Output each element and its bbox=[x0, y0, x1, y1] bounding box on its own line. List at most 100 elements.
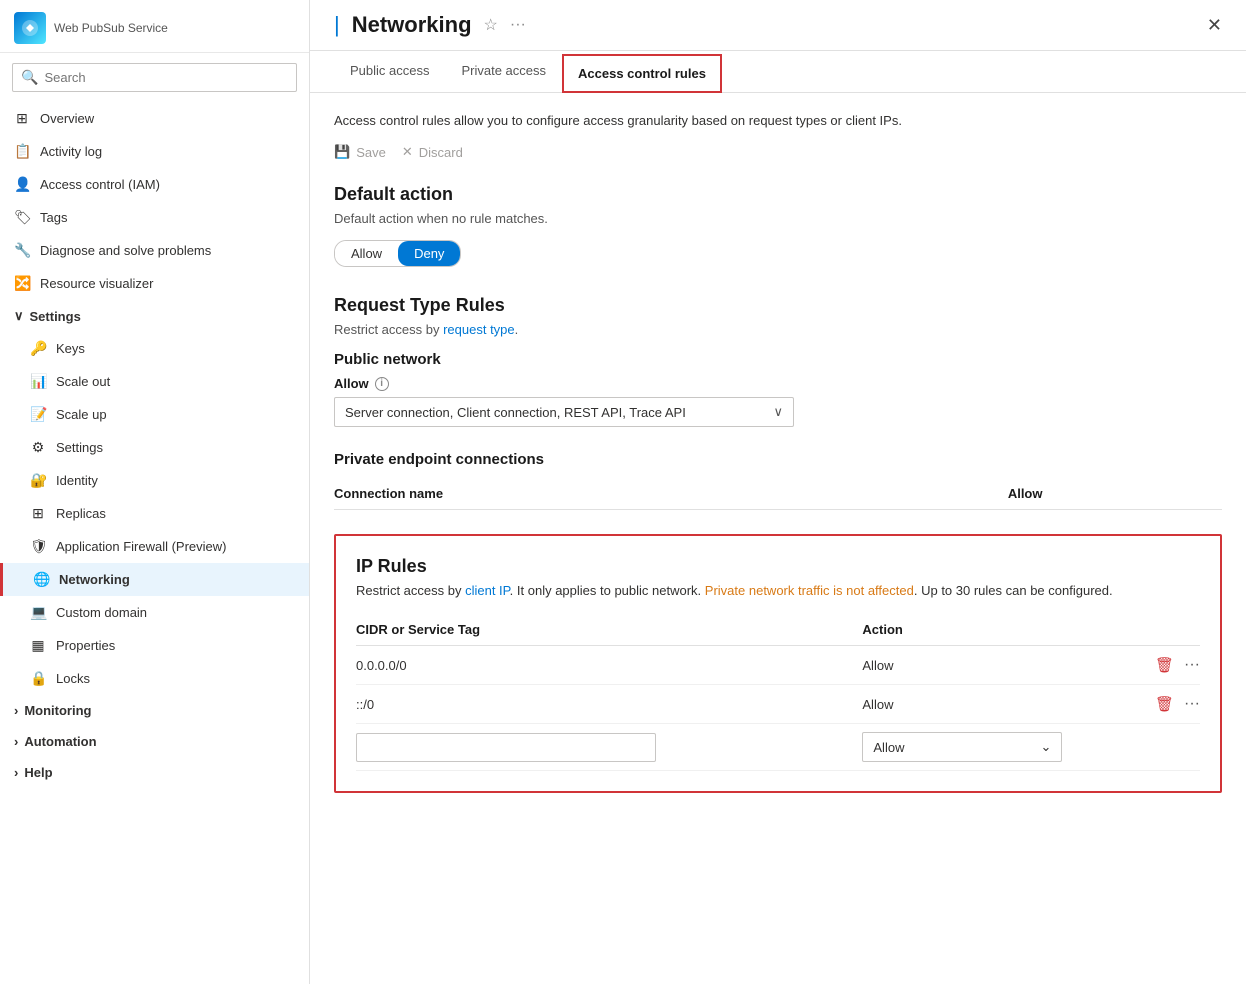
ip-rule-row: 0.0.0.0/0 Allow 🗑 ··· bbox=[356, 646, 1200, 685]
info-icon[interactable]: i bbox=[375, 377, 389, 391]
search-input[interactable] bbox=[44, 70, 288, 85]
more-options-icon[interactable]: ··· bbox=[510, 16, 526, 34]
connection-type-dropdown[interactable]: Server connection, Client connection, RE… bbox=[334, 397, 794, 427]
sidebar-item-custom-domain[interactable]: 💻 Custom domain bbox=[0, 596, 309, 629]
settings-section-header[interactable]: ∨ Settings bbox=[0, 300, 309, 332]
ip-rules-description: Restrict access by client IP. It only ap… bbox=[356, 583, 1200, 598]
app-firewall-icon: 🛡 bbox=[30, 538, 46, 555]
sidebar-item-scale-out[interactable]: 📊 Scale out bbox=[0, 365, 309, 398]
sidebar-item-replicas[interactable]: ⊞ Replicas bbox=[0, 497, 309, 530]
monitoring-section-header[interactable]: › Monitoring bbox=[0, 695, 309, 726]
sidebar-header: Web PubSub Service bbox=[0, 0, 309, 53]
action-value: Allow bbox=[862, 685, 1022, 724]
sidebar-item-tags[interactable]: 🏷 Tags bbox=[0, 201, 309, 234]
sidebar-item-label: Networking bbox=[59, 572, 130, 587]
more-row-options-button[interactable]: ··· bbox=[1184, 695, 1200, 713]
access-control-icon: 👤 bbox=[14, 176, 30, 193]
resource-visualizer-icon: 🔀 bbox=[14, 275, 30, 292]
default-action-desc: Default action when no rule matches. bbox=[334, 211, 1222, 226]
request-type-rules-title: Request Type Rules bbox=[334, 295, 1222, 316]
chevron-right-icon: › bbox=[14, 734, 18, 749]
allow-toggle-button[interactable]: Allow bbox=[335, 241, 398, 266]
tags-icon: 🏷 bbox=[14, 209, 30, 226]
ip-rule-input-row: Allow ⌄ bbox=[356, 724, 1200, 771]
sidebar-item-label: Overview bbox=[40, 111, 94, 126]
row-actions: 🗑 ··· bbox=[1022, 656, 1200, 674]
locks-icon: 🔒 bbox=[30, 670, 46, 687]
sidebar-item-label: Locks bbox=[56, 671, 90, 686]
search-container[interactable]: 🔍 bbox=[12, 63, 297, 92]
private-endpoint-title: Private endpoint connections bbox=[334, 451, 1222, 468]
sidebar-item-label: Scale up bbox=[56, 407, 107, 422]
client-ip-link[interactable]: client IP bbox=[465, 583, 510, 598]
main-content: | Networking ☆ ··· ✕ Public access Priva… bbox=[310, 0, 1246, 984]
private-network-text: Private network traffic is not affected bbox=[705, 583, 914, 598]
action-value: Allow bbox=[862, 646, 1022, 685]
sidebar-item-app-firewall[interactable]: 🛡 Application Firewall (Preview) bbox=[0, 530, 309, 563]
sidebar-item-label: Access control (IAM) bbox=[40, 177, 160, 192]
sidebar-item-locks[interactable]: 🔒 Locks bbox=[0, 662, 309, 695]
access-control-description: Access control rules allow you to config… bbox=[334, 113, 1222, 128]
sidebar-item-label: Diagnose and solve problems bbox=[40, 243, 211, 258]
cidr-col-header: CIDR or Service Tag bbox=[356, 614, 862, 646]
toolbar: 💾 Save ✕ Discard bbox=[334, 144, 1222, 160]
scale-out-icon: 📊 bbox=[30, 373, 46, 390]
networking-icon: 🌐 bbox=[33, 571, 49, 588]
chevron-right-icon: › bbox=[14, 765, 18, 780]
sidebar-item-networking[interactable]: 🌐 Networking bbox=[0, 563, 309, 596]
connection-name-col: Connection name bbox=[334, 478, 1008, 510]
content-area: Access control rules allow you to config… bbox=[310, 93, 1246, 984]
sidebar-item-identity[interactable]: 🔐 Identity bbox=[0, 464, 309, 497]
sidebar-item-keys[interactable]: 🔑 Keys bbox=[0, 332, 309, 365]
sidebar-nav: ⊞ Overview 📋 Activity log 👤 Access contr… bbox=[0, 102, 309, 984]
sidebar-item-label: Activity log bbox=[40, 144, 102, 159]
action-dropdown-value: Allow bbox=[873, 740, 904, 755]
action-dropdown[interactable]: Allow ⌄ bbox=[862, 732, 1062, 762]
ip-rule-row: ::/0 Allow 🗑 ··· bbox=[356, 685, 1200, 724]
custom-domain-icon: 💻 bbox=[30, 604, 46, 621]
automation-section-label: Automation bbox=[24, 734, 96, 749]
ip-rules-title: IP Rules bbox=[356, 556, 1200, 577]
delete-row-button[interactable]: 🗑 bbox=[1155, 695, 1174, 713]
sidebar-item-resource-visualizer[interactable]: 🔀 Resource visualizer bbox=[0, 267, 309, 300]
sidebar-item-diagnose[interactable]: 🔧 Diagnose and solve problems bbox=[0, 234, 309, 267]
sidebar-item-label: Application Firewall (Preview) bbox=[56, 539, 227, 554]
tab-public-access[interactable]: Public access bbox=[334, 51, 445, 92]
sidebar-item-access-control[interactable]: 👤 Access control (IAM) bbox=[0, 168, 309, 201]
sidebar-item-scale-up[interactable]: 📝 Scale up bbox=[0, 398, 309, 431]
overview-icon: ⊞ bbox=[14, 110, 30, 127]
discard-button[interactable]: ✕ Discard bbox=[402, 144, 463, 160]
help-section-label: Help bbox=[24, 765, 52, 780]
tab-access-control-rules[interactable]: Access control rules bbox=[562, 54, 722, 93]
sidebar: Web PubSub Service 🔍 ⊞ Overview 📋 Activi… bbox=[0, 0, 310, 984]
save-button[interactable]: 💾 Save bbox=[334, 144, 386, 160]
sidebar-item-label: Custom domain bbox=[56, 605, 147, 620]
sidebar-item-label: Scale out bbox=[56, 374, 110, 389]
activity-log-icon: 📋 bbox=[14, 143, 30, 160]
monitoring-section-label: Monitoring bbox=[24, 703, 91, 718]
settings-icon: ⚙ bbox=[30, 439, 46, 456]
more-row-options-button[interactable]: ··· bbox=[1184, 656, 1200, 674]
sidebar-item-properties[interactable]: ▦ Properties bbox=[0, 629, 309, 662]
close-button[interactable]: ✕ bbox=[1207, 15, 1222, 36]
sidebar-item-settings[interactable]: ⚙ Settings bbox=[0, 431, 309, 464]
sidebar-item-label: Replicas bbox=[56, 506, 106, 521]
tab-private-access[interactable]: Private access bbox=[445, 51, 562, 92]
chevron-down-icon: ∨ bbox=[14, 308, 24, 324]
automation-section-header[interactable]: › Automation bbox=[0, 726, 309, 757]
request-type-rules-desc: Restrict access by request type. bbox=[334, 322, 1222, 337]
sidebar-item-label: Resource visualizer bbox=[40, 276, 153, 291]
cidr-input[interactable] bbox=[356, 733, 656, 762]
discard-icon: ✕ bbox=[402, 144, 413, 160]
sidebar-item-activity-log[interactable]: 📋 Activity log bbox=[0, 135, 309, 168]
help-section-header[interactable]: › Help bbox=[0, 757, 309, 788]
deny-toggle-button[interactable]: Deny bbox=[398, 241, 460, 266]
diagnose-icon: 🔧 bbox=[14, 242, 30, 259]
allow-field-label: Allow i bbox=[334, 376, 1222, 391]
favorite-star-icon[interactable]: ☆ bbox=[484, 15, 498, 35]
replicas-icon: ⊞ bbox=[30, 505, 46, 522]
scale-up-icon: 📝 bbox=[30, 406, 46, 423]
cidr-value: 0.0.0.0/0 bbox=[356, 646, 862, 685]
sidebar-item-overview[interactable]: ⊞ Overview bbox=[0, 102, 309, 135]
delete-row-button[interactable]: 🗑 bbox=[1155, 656, 1174, 674]
